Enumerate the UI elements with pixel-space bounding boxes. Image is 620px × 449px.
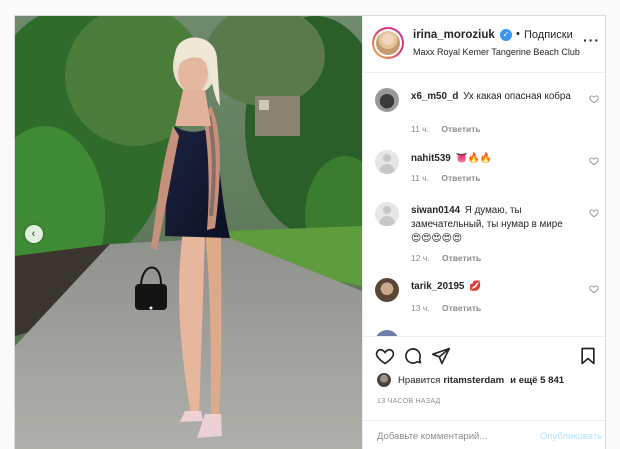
- reply-button[interactable]: Ответить: [442, 303, 481, 313]
- post-photo[interactable]: ‹: [15, 16, 362, 449]
- comment-input[interactable]: [377, 427, 527, 445]
- comment-meta: 11 ч. Ответить: [411, 173, 491, 183]
- post-header: irina_moroziuk ✓ • Подписки Maxx Royal K…: [363, 16, 605, 73]
- comment-time: 11 ч.: [411, 124, 429, 134]
- comment-text: siwan0144 Я думаю, ты замечательный, ты …: [411, 204, 571, 246]
- like-comment-heart-icon[interactable]: [589, 284, 599, 294]
- likes-count-link[interactable]: и ещё 5 841: [510, 375, 564, 386]
- comment-body: 💋: [469, 281, 482, 292]
- like-comment-heart-icon[interactable]: [589, 208, 599, 218]
- publish-button[interactable]: Опубликовать: [540, 431, 602, 442]
- post-timestamp[interactable]: 13 ЧАСОВ НАЗАД: [377, 398, 441, 405]
- post-side-panel: irina_moroziuk ✓ • Подписки Maxx Royal K…: [362, 16, 605, 449]
- following-button[interactable]: Подписки: [524, 29, 573, 41]
- commenter-username[interactable]: x6_m50_d: [411, 91, 458, 102]
- verified-badge-icon: ✓: [500, 29, 512, 41]
- comment-time: 12 ч.: [411, 253, 430, 263]
- add-comment-bar: Опубликовать: [363, 420, 605, 449]
- reply-button[interactable]: Ответить: [441, 124, 480, 134]
- likes-prefix: Нравится: [398, 374, 441, 386]
- chevron-left-icon: ‹: [31, 227, 36, 240]
- save-bookmark-icon[interactable]: [578, 346, 598, 366]
- liker-avatar[interactable]: [377, 373, 391, 387]
- commenter-username[interactable]: siwan0144: [411, 205, 460, 216]
- commenter-username[interactable]: nahit539: [411, 153, 451, 164]
- like-comment-heart-icon[interactable]: [589, 94, 599, 104]
- post-location[interactable]: Maxx Royal Kemer Tangerine Beach Club: [413, 47, 580, 57]
- comment-meta: 12 ч. Ответить: [411, 253, 491, 263]
- post-actions: Нравится ritamsterdam и ещё 5 841 13 ЧАС…: [363, 336, 605, 422]
- commenter-avatar[interactable]: [375, 278, 399, 302]
- like-heart-icon[interactable]: [375, 346, 395, 366]
- instagram-post: ‹ irina_moroziuk ✓ • Подписки Maxx Royal…: [14, 15, 606, 449]
- comment-meta: 11 ч. Ответить: [411, 124, 491, 134]
- comments-list[interactable]: x6_m50_d Ух какая опасная кобра 11 ч. От…: [363, 74, 605, 336]
- comment-time: 11 ч.: [411, 173, 429, 183]
- comment-meta: 13 ч. Ответить: [411, 303, 491, 313]
- more-options-icon[interactable]: ···: [583, 32, 600, 48]
- author-username[interactable]: irina_moroziuk: [413, 29, 495, 41]
- header-separator: •: [516, 28, 520, 40]
- comment-text: nahit539 👅🔥🔥: [411, 152, 571, 166]
- comment-time: 13 ч.: [411, 303, 430, 313]
- commenter-avatar[interactable]: [375, 202, 399, 226]
- like-comment-heart-icon[interactable]: [589, 156, 599, 166]
- comment-body: Ух какая опасная кобра: [463, 91, 571, 102]
- commenter-username[interactable]: tarik_20195: [411, 281, 464, 292]
- commenter-avatar[interactable]: [375, 150, 399, 174]
- likes-user-link[interactable]: ritamsterdam: [443, 375, 504, 386]
- carousel-prev-button[interactable]: ‹: [25, 225, 43, 243]
- author-avatar[interactable]: [372, 27, 404, 59]
- comment-text: tarik_20195 💋: [411, 280, 571, 294]
- reply-button[interactable]: Ответить: [442, 253, 481, 263]
- post-photo-illustration: [15, 16, 362, 449]
- comment-bubble-icon[interactable]: [403, 346, 423, 366]
- comment-body: 👅🔥🔥: [455, 153, 493, 164]
- reply-button[interactable]: Ответить: [441, 173, 480, 183]
- comment-text: x6_m50_d Ух какая опасная кобра: [411, 90, 571, 104]
- commenter-avatar[interactable]: [375, 88, 399, 112]
- likes-summary: Нравится ritamsterdam и ещё 5 841: [377, 373, 567, 387]
- share-paper-plane-icon[interactable]: [431, 346, 451, 366]
